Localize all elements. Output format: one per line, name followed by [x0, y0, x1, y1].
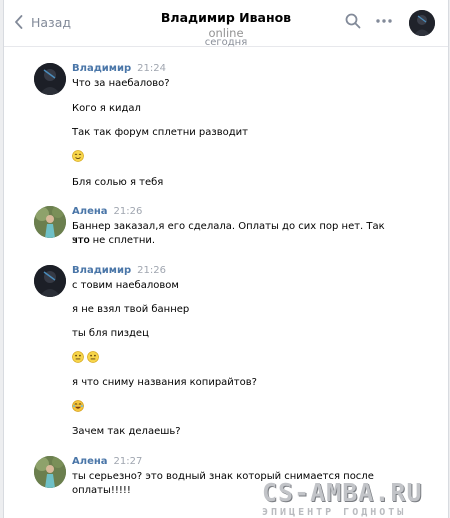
- watermark: CS-AMBA.RU ЭПИЦЕНТР ГОДНОТЫ: [262, 480, 423, 518]
- message-time[interactable]: 21:27: [114, 456, 143, 467]
- message-text: Так так форум сплетни разводит: [72, 127, 248, 138]
- author-name[interactable]: Алена: [72, 456, 108, 467]
- laugh-emoji-icon: [72, 400, 84, 412]
- watermark-subtitle: ЭПИЦЕНТР ГОДНОТЫ: [262, 507, 407, 518]
- message-text: Бля солью я тебя: [72, 177, 164, 188]
- message-header: Владимир 21:24: [72, 63, 166, 74]
- message-text: с товим наебаловом: [72, 280, 179, 291]
- message-text: это не сплетни.: [72, 235, 156, 246]
- message-text: я не взял твой баннер: [72, 304, 190, 315]
- message-header: Алена 21:26: [72, 206, 142, 217]
- message-time[interactable]: 21:24: [137, 63, 166, 74]
- watermark-title: CS-AMBA.RU: [262, 478, 423, 507]
- author-name[interactable]: Владимир: [72, 265, 131, 276]
- more-icon[interactable]: [376, 19, 392, 23]
- message-header: Алена 21:27: [72, 456, 142, 467]
- author-name[interactable]: Владимир: [72, 63, 131, 74]
- message-text: Что за наебалово?: [72, 78, 170, 89]
- avatar[interactable]: [34, 265, 66, 297]
- author-name[interactable]: Алена: [72, 206, 108, 217]
- avatar[interactable]: [34, 206, 66, 238]
- date-separator: сегодня: [204, 37, 248, 48]
- neutral-emoji-icon: [72, 351, 84, 363]
- message-text: Зачем так делаешь?: [72, 426, 181, 437]
- message-text: Кого я кидал: [72, 103, 141, 114]
- message-text: я что сниму названия копирайтов?: [72, 377, 257, 388]
- chat-panel: Назад Владимир Иванов online сегодня Вла…: [3, 0, 449, 518]
- header-avatar[interactable]: [409, 10, 435, 36]
- avatar[interactable]: [34, 63, 66, 95]
- search-icon[interactable]: [345, 13, 361, 29]
- smile-emoji-icon: [72, 150, 84, 162]
- message-time[interactable]: 21:26: [114, 206, 143, 217]
- avatar[interactable]: [34, 456, 66, 488]
- message-header: Владимир 21:26: [72, 265, 166, 276]
- message-text: ты бля пиздец: [72, 328, 149, 339]
- neutral-emoji-icon: [87, 351, 99, 363]
- message-time[interactable]: 21:26: [137, 265, 166, 276]
